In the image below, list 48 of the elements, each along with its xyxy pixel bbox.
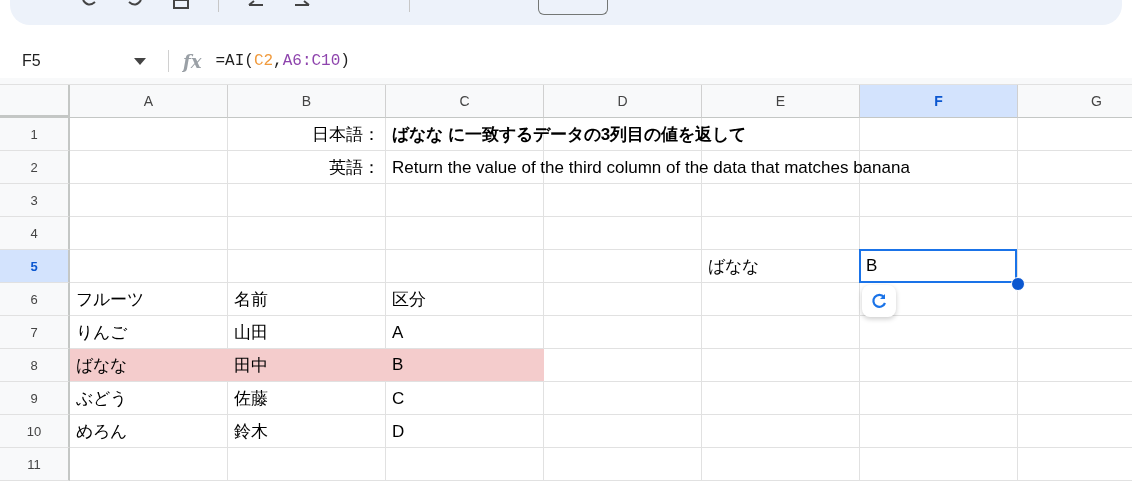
column-header[interactable]: C <box>386 85 544 118</box>
font-size-field[interactable] <box>538 0 608 15</box>
row-header[interactable]: 1 <box>0 118 70 151</box>
cell-text: 佐藤 <box>234 388 268 410</box>
column-header[interactable]: E <box>702 85 860 118</box>
cell-text: C <box>392 388 405 409</box>
refresh-icon <box>870 292 888 310</box>
row-header[interactable]: 3 <box>0 184 70 217</box>
name-box[interactable]: F5 <box>0 47 164 75</box>
formula-input[interactable]: =AI(C2,A6:C10) <box>215 48 350 74</box>
caret-icon <box>134 57 146 65</box>
column-header[interactable]: G <box>1018 85 1132 118</box>
refresh-button[interactable] <box>862 285 896 317</box>
cell-text: めろん <box>76 421 127 443</box>
row-header[interactable]: 5 <box>0 250 70 283</box>
print-icon[interactable] <box>172 0 190 10</box>
row-header[interactable]: 9 <box>0 382 70 415</box>
row-header[interactable]: 10 <box>0 415 70 448</box>
cell-text: D <box>392 421 405 442</box>
cell-text: ばなな <box>708 256 759 278</box>
cell-text: ぶどう <box>76 388 127 410</box>
cell-text: A <box>392 322 404 343</box>
selected-cell[interactable]: B <box>859 249 1017 283</box>
cell-text: フルーツ <box>76 289 144 311</box>
row-header[interactable]: 2 <box>0 151 70 184</box>
cell-text: Return the value of the third column of the data that matches banana <box>392 157 910 178</box>
cell-text: りんご <box>76 322 127 344</box>
column-header[interactable]: B <box>228 85 386 118</box>
row-header[interactable]: 4 <box>0 217 70 250</box>
cell-text: 英語： <box>329 157 380 179</box>
row-header[interactable]: 7 <box>0 316 70 349</box>
column-header[interactable]: D <box>544 85 702 118</box>
cell-text: 名前 <box>234 289 268 311</box>
cell-text: 区分 <box>392 289 426 311</box>
cell-text: B <box>392 355 404 375</box>
fx-icon: fx <box>183 50 202 72</box>
fill-handle[interactable] <box>1011 277 1025 291</box>
row-header[interactable]: 11 <box>0 448 70 481</box>
cell-text: 山田 <box>234 322 268 344</box>
cell-text: 田中 <box>234 354 268 377</box>
row-header[interactable]: 8 <box>0 349 70 382</box>
column-header[interactable]: A <box>70 85 228 118</box>
cell-text: 鈴木 <box>234 421 268 443</box>
row-header[interactable]: 6 <box>0 283 70 316</box>
column-header[interactable]: F <box>860 85 1018 118</box>
cell-text: ばなな <box>76 354 127 377</box>
cell-text: 日本語： <box>312 124 380 146</box>
cell-text: ばなな に一致するデータの3列目の値を返して <box>392 124 747 146</box>
